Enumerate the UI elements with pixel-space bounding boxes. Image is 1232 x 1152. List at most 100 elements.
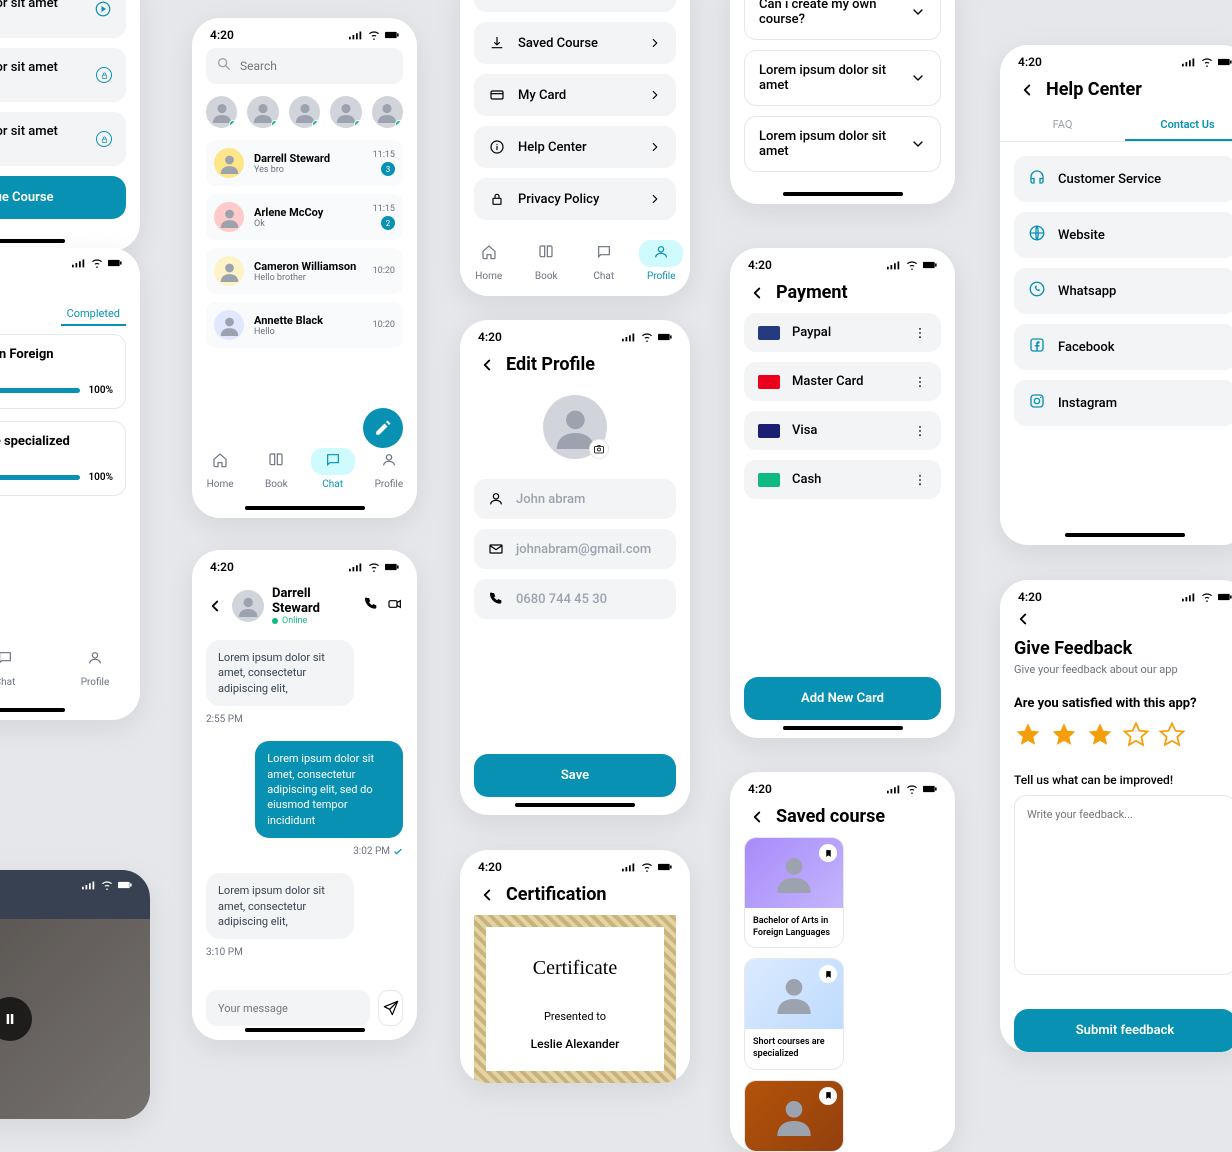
more-icon[interactable] (913, 473, 927, 487)
name-field[interactable]: John abram (474, 479, 676, 519)
feedback-textarea[interactable] (1014, 795, 1232, 975)
menu-item[interactable]: Saved Course (474, 22, 676, 64)
payment-method[interactable]: Paypal (744, 313, 941, 352)
status-time: 4:20 (478, 860, 502, 874)
help-item[interactable]: Instagram (1014, 380, 1232, 426)
help-item[interactable]: Website (1014, 212, 1232, 258)
tab-chat[interactable]: Chat (582, 240, 626, 282)
faq-item[interactable]: Lorem ipsum dolor sit amet (744, 50, 941, 106)
course-title: Bachelor of Arts in Foreign Languages (745, 908, 843, 947)
payment-method[interactable]: Master Card (744, 362, 941, 401)
back-button[interactable] (1018, 81, 1036, 99)
tab-faq[interactable]: FAQ (1000, 110, 1125, 141)
chevron-right-icon (648, 88, 662, 102)
tab-completed[interactable]: Completed (61, 303, 126, 326)
back-button[interactable] (748, 284, 766, 302)
tab-profile[interactable]: Profile (73, 646, 117, 688)
tab-home[interactable]: Home (467, 240, 511, 282)
tab-book[interactable]: Book (254, 448, 298, 490)
home-indicator (783, 726, 903, 730)
back-button[interactable] (478, 356, 496, 374)
submit-feedback-button[interactable]: Submit feedback (1014, 1009, 1232, 1052)
back-button[interactable] (748, 808, 766, 826)
tab-chat[interactable]: Chat (0, 646, 27, 688)
star-icon[interactable] (1122, 721, 1150, 749)
menu-item[interactable]: My Card (474, 74, 676, 116)
my-courses-screen: es Completed Bachelor of Arts in Foreign… (0, 248, 140, 720)
story-avatar[interactable] (206, 96, 237, 128)
back-button[interactable] (478, 886, 496, 904)
menu-item[interactable]: Privacy Policy (474, 178, 676, 220)
more-icon[interactable] (913, 424, 927, 438)
more-icon[interactable] (913, 326, 927, 340)
payment-label: Cash (792, 472, 821, 487)
send-button[interactable] (378, 990, 403, 1026)
menu-item[interactable]: Help Center (474, 126, 676, 168)
message-time: 11:15 (373, 150, 395, 160)
contact-name: Darrell Steward (254, 152, 363, 165)
course-card[interactable]: Bachelor of Arts in Foreign 8 Lesson 100… (0, 334, 126, 409)
call-button[interactable] (363, 596, 379, 616)
help-item[interactable]: Facebook (1014, 324, 1232, 370)
bookmark-icon[interactable] (819, 1087, 837, 1105)
lesson-row[interactable]: Lorem ipsum dolor sit amet consectetur (0, 112, 126, 166)
page-title: Edit Profile (506, 354, 595, 375)
message-time: 10:20 (373, 266, 395, 276)
story-avatar[interactable] (289, 96, 320, 128)
status-icons (1182, 592, 1232, 602)
tab-chat[interactable]: Chat (311, 448, 355, 490)
help-item[interactable]: Whatsapp (1014, 268, 1232, 314)
chat-row[interactable]: Arlene McCoy Ok 11:15 2 (206, 194, 403, 240)
incoming-message: Lorem ipsum dolor sit amet, consectetur … (206, 873, 354, 939)
certificate-heading: Certificate (496, 957, 654, 980)
tab-contact[interactable]: Contact Us (1125, 110, 1232, 141)
back-button[interactable] (1014, 610, 1032, 628)
star-icon[interactable] (1050, 721, 1078, 749)
status-icons (622, 332, 672, 342)
help-item[interactable]: Customer Service (1014, 156, 1232, 202)
message-input[interactable] (206, 990, 370, 1026)
payment-method[interactable]: Cash (744, 460, 941, 499)
menu-item[interactable]: My Projects (474, 0, 676, 12)
tab-profile[interactable]: Profile (367, 448, 411, 490)
story-avatar[interactable] (372, 96, 403, 128)
bookmark-icon[interactable] (819, 844, 837, 862)
last-message: Ok (254, 219, 363, 229)
partial-course-screen: Lorem ipsum dolor sit amet consectetur L… (0, 0, 140, 251)
save-button[interactable]: Save (474, 754, 676, 797)
add-card-button[interactable]: Add New Card (744, 677, 941, 720)
star-icon[interactable] (1014, 721, 1042, 749)
lesson-row[interactable]: Lorem ipsum dolor sit amet consectetur (0, 48, 126, 102)
story-avatar[interactable] (247, 96, 278, 128)
saved-course-card[interactable] (744, 1080, 844, 1152)
lesson-row[interactable]: Lorem ipsum dolor sit amet consectetur (0, 0, 126, 38)
tab-book[interactable]: Book (524, 240, 568, 282)
chat-row[interactable]: Cameron Williamson Hello brother 10:20 (206, 248, 403, 294)
star-icon[interactable] (1158, 721, 1186, 749)
chevron-down-icon (910, 136, 926, 152)
course-title: Bachelor of Arts in Foreign (0, 347, 113, 362)
video-call-button[interactable] (387, 596, 403, 616)
bookmark-icon[interactable] (819, 965, 837, 983)
story-avatar[interactable] (330, 96, 361, 128)
back-button[interactable] (206, 597, 224, 615)
faq-item[interactable]: Can i create my own course? (744, 0, 941, 40)
faq-item[interactable]: Lorem ipsum dolor sit amet (744, 116, 941, 172)
pause-button[interactable] (0, 997, 32, 1041)
camera-button[interactable] (589, 439, 609, 459)
search-input[interactable] (240, 59, 396, 73)
course-card[interactable]: Short courses are specialized 14 Lesson … (0, 421, 126, 496)
more-icon[interactable] (913, 375, 927, 389)
tab-profile[interactable]: Profile (639, 240, 683, 282)
tab-home[interactable]: Home (198, 448, 242, 490)
star-icon[interactable] (1086, 721, 1114, 749)
chat-row[interactable]: Annette Black Hello 10:20 (206, 302, 403, 348)
chat-row[interactable]: Darrell Steward Yes bro 11:15 3 (206, 140, 403, 186)
phone-field[interactable]: 0680 744 45 30 (474, 579, 676, 619)
payment-method[interactable]: Visa (744, 411, 941, 450)
unread-badge: 2 (381, 216, 395, 230)
email-field[interactable]: johnabram@gmail.com (474, 529, 676, 569)
saved-course-card[interactable]: Bachelor of Arts in Foreign Languages (744, 837, 844, 948)
continue-course-button[interactable]: Continue Course (0, 176, 126, 219)
saved-course-card[interactable]: Short courses are specialized (744, 958, 844, 1069)
